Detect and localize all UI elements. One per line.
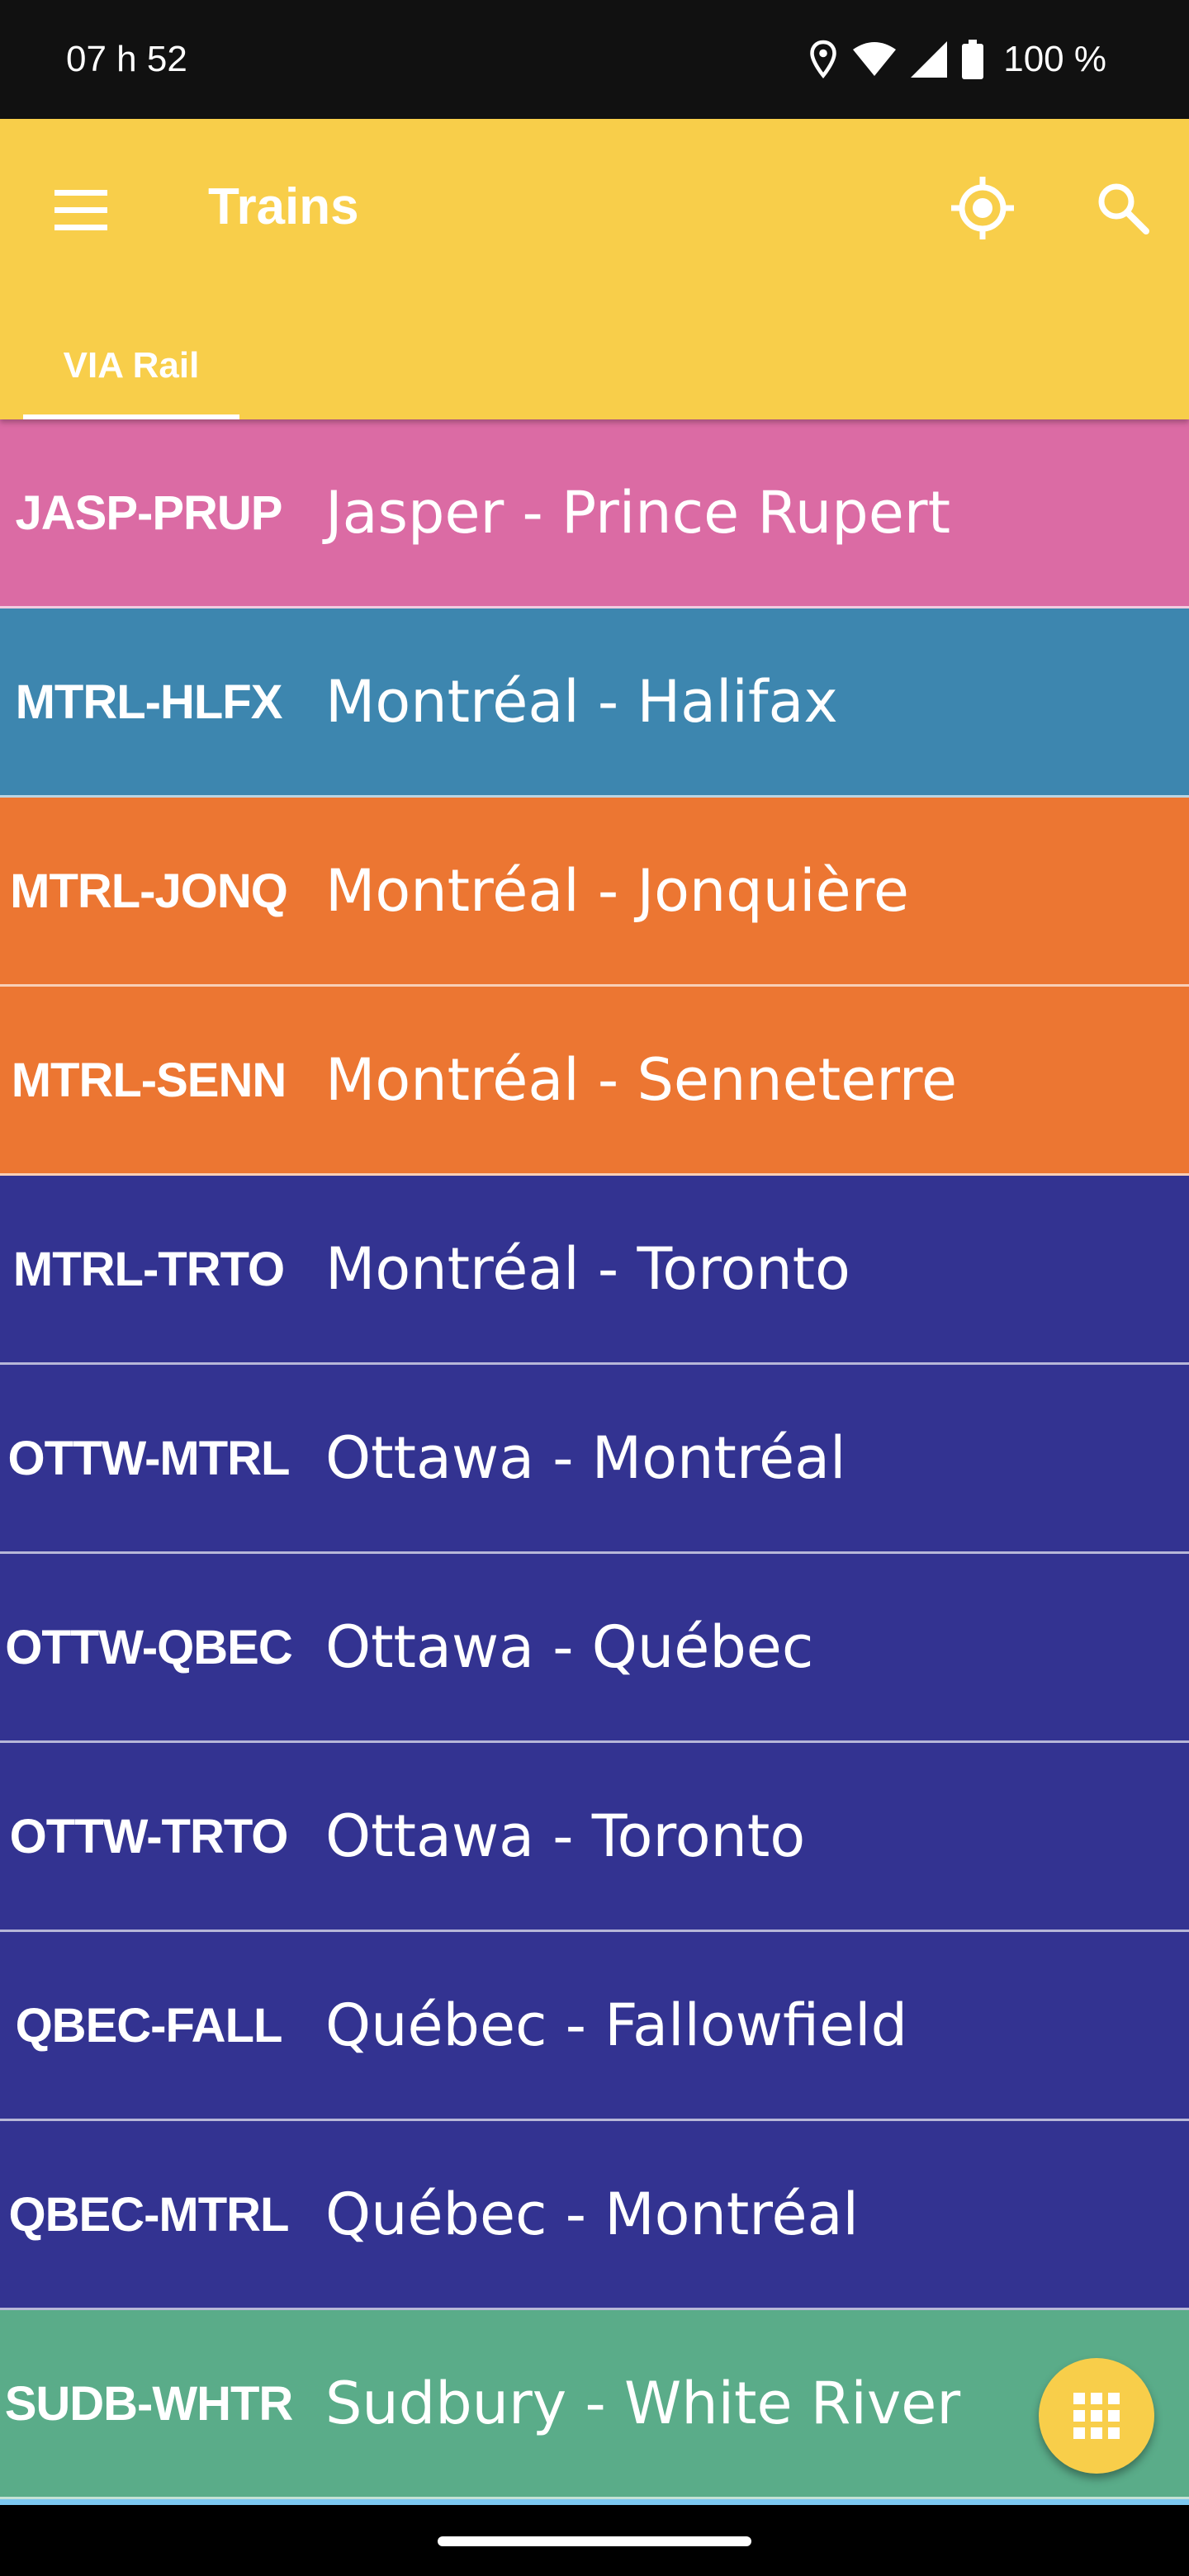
route-name: Montréal - Senneterre (325, 1046, 958, 1114)
tab-indicator (23, 414, 239, 419)
route-code: MTRL-TRTO (12, 1242, 285, 1296)
route-name: Ottawa - Toronto (325, 1802, 806, 1870)
route-code: MTRL-JONQ (10, 864, 288, 918)
page-title: Trains (208, 178, 359, 235)
route-name: Sudbury - White River (325, 2370, 961, 2437)
status-bar: 07 h 52 100 % (0, 0, 1189, 119)
apps-fab-button[interactable] (1039, 2358, 1154, 2474)
route-code: QBEC-FALL (15, 1998, 283, 2053)
route-name: Ottawa - Montréal (325, 1424, 846, 1492)
route-name: Ottawa - Québec (325, 1613, 814, 1681)
route-code: QBEC-MTRL (8, 2187, 290, 2242)
route-row[interactable]: MTRL-SENN Montréal - Senneterre (0, 987, 1189, 1176)
wifi-icon (853, 41, 897, 78)
route-name: Québec - Fallowfield (325, 1991, 908, 2059)
route-row[interactable]: OTTW-QBEC Ottawa - Québec (0, 1554, 1189, 1743)
battery-percent: 100 % (1003, 39, 1106, 79)
menu-button[interactable] (50, 177, 116, 243)
route-name: Montréal - Jonquière (325, 857, 909, 925)
status-icons: 100 % (808, 35, 1106, 84)
search-icon (1098, 183, 1149, 234)
apps-grid-icon (1073, 2393, 1120, 2439)
search-button[interactable] (1082, 167, 1164, 249)
route-row[interactable]: QBEC-MTRL Québec - Montréal (0, 2121, 1189, 2310)
route-row[interactable]: MTRL-TRTO Montréal - Toronto (0, 1176, 1189, 1365)
home-gesture-handle[interactable] (438, 2536, 751, 2546)
route-name: Montréal - Halifax (325, 668, 838, 736)
tab-via-rail[interactable]: VIA Rail (23, 304, 239, 419)
route-code: OTTW-TRTO (9, 1809, 289, 1863)
status-time: 07 h 52 (66, 39, 187, 79)
route-code: OTTW-QBEC (5, 1620, 292, 1674)
cell-signal-icon (911, 41, 948, 78)
route-row[interactable]: MTRL-HLFX Montréal - Halifax (0, 608, 1189, 798)
route-row[interactable]: OTTW-TRTO Ottawa - Toronto (0, 1743, 1189, 1932)
route-row[interactable]: MTRL-JONQ Montréal - Jonquière (0, 798, 1189, 987)
navigation-bar (0, 2505, 1189, 2576)
tab-label: VIA Rail (63, 345, 200, 386)
menu-icon (54, 190, 107, 230)
route-row[interactable]: SUDB-WHTR Sudbury - White River (0, 2310, 1189, 2499)
route-code: JASP-PRUP (15, 485, 283, 540)
my-location-icon (951, 177, 1014, 239)
route-row[interactable]: QBEC-FALL Québec - Fallowfield (0, 1932, 1189, 2121)
route-code: MTRL-SENN (11, 1053, 287, 1107)
route-code: MTRL-HLFX (15, 675, 283, 729)
route-list[interactable]: JASP-PRUP Jasper - Prince Rupert MTRL-HL… (0, 419, 1189, 2505)
route-name: Québec - Montréal (325, 2181, 859, 2248)
app-bar: Trains VIA Rail (0, 119, 1189, 419)
route-name: Jasper - Prince Rupert (325, 479, 951, 547)
my-location-button[interactable] (941, 167, 1024, 249)
route-row[interactable]: OTTW-MTRL Ottawa - Montréal (0, 1365, 1189, 1554)
location-icon (808, 40, 838, 79)
route-code: OTTW-MTRL (7, 1431, 291, 1485)
route-row[interactable]: JASP-PRUP Jasper - Prince Rupert (0, 419, 1189, 608)
battery-icon (962, 40, 984, 79)
route-name: Montréal - Toronto (325, 1235, 850, 1303)
route-code: SUDB-WHTR (4, 2376, 294, 2431)
